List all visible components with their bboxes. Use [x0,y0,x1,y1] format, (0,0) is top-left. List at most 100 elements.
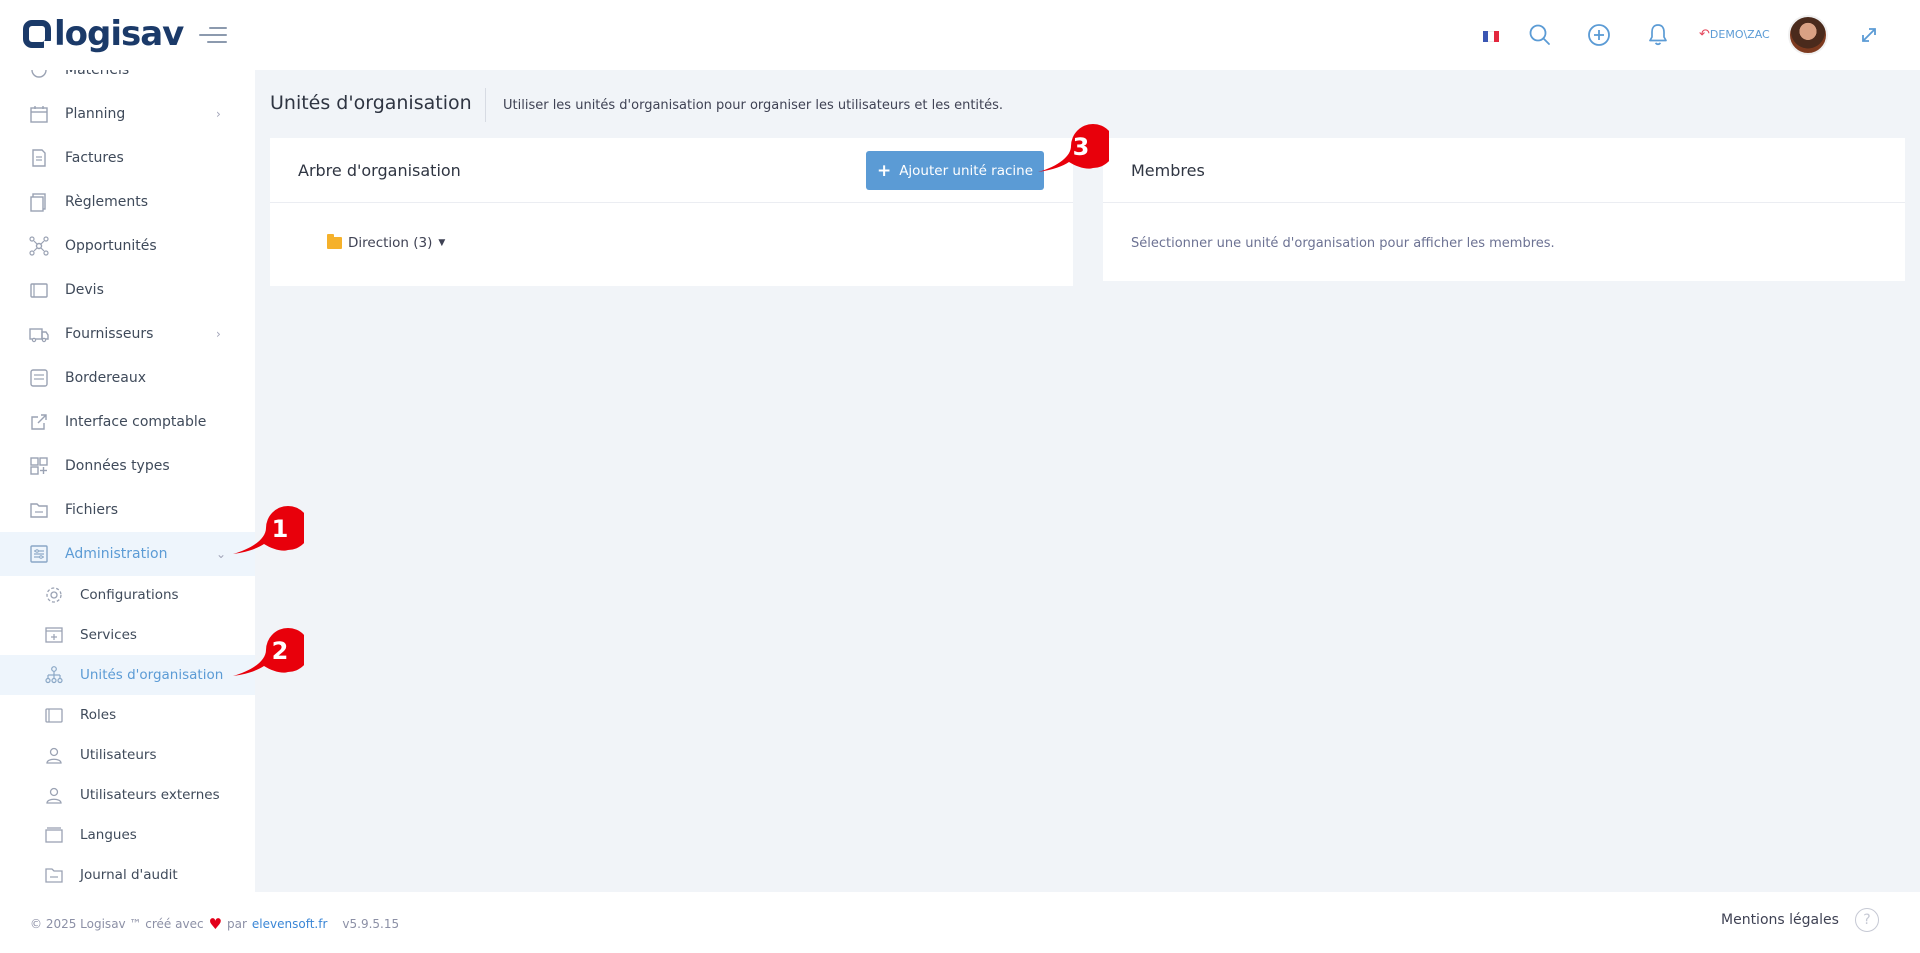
sidebar-item-bordereaux[interactable]: Bordereaux [0,356,255,400]
sidebar-item-fournisseurs[interactable]: Fournisseurs › [0,312,255,356]
sidebar-item-label: Données types [65,458,170,474]
copyright-text: © 2025 Logisav ™ créé avec [30,917,204,931]
sidebar-item-label: Interface comptable [65,414,207,430]
sidebar-item-label: Règlements [65,194,149,210]
materials-icon [31,70,47,78]
logo-text: logisav [54,14,184,54]
sidebar-subitem-journal-audit[interactable]: Journal d'audit [0,855,255,892]
sidebar-item-label: Planning [65,106,126,122]
sidebar-item-interface-comptable[interactable]: Interface comptable [0,400,255,444]
logo[interactable]: logisav [23,14,184,54]
calendar-icon [30,106,48,123]
folder-icon [30,503,48,518]
add-circle-icon[interactable] [1586,22,1612,48]
sidebar-item-administration[interactable]: Administration ⌄ [0,532,255,576]
gear-icon [46,587,62,603]
sidebar-item-materiels[interactable]: Matériels [0,70,255,92]
legal-notice-link[interactable]: Mentions légales [1721,912,1839,928]
folder-icon [327,234,342,249]
search-icon[interactable] [1527,22,1553,48]
add-root-unit-button[interactable]: + Ajouter unité racine [866,151,1044,190]
members-card: Membres Sélectionner une unité d'organis… [1103,138,1905,281]
card-title: Arbre d'organisation [298,161,461,180]
chevron-right-icon: › [216,107,221,121]
sidebar-subitem-utilisateurs-externes[interactable]: Utilisateurs externes [0,775,255,815]
sidebar-subitem-label: Utilisateurs [80,747,157,763]
sidebar-item-label: Matériels [65,70,130,78]
heart-icon: ♥ [208,915,223,933]
top-header: logisav ↶DEMO\ZAC [0,0,1920,70]
sidebar-item-label: Devis [65,282,104,298]
page-title: Unités d'organisation [270,92,472,114]
annotation-marker-2: 2 [233,628,304,676]
sidebar-subitem-langues[interactable]: Langues [0,815,255,855]
title-divider [485,88,486,122]
elevensoft-link[interactable]: elevensoft.fr [252,917,327,931]
tree-node-label: Direction (3) [348,235,433,251]
sidebar-item-devis[interactable]: Devis [0,268,255,312]
sidebar-item-opportunites[interactable]: Opportunités [0,224,255,268]
sidebar-item-donnees-types[interactable]: Données types [0,444,255,488]
card-header: Membres [1103,138,1905,203]
quote-icon [30,283,48,298]
current-user[interactable]: ↶DEMO\ZAC [1699,27,1770,42]
annotation-marker-3: 3 [1038,124,1109,172]
sidebar-item-label: Fournisseurs [65,326,154,342]
page-description: Utiliser les unités d'organisation pour … [503,98,1004,113]
annotation-marker-1: 1 [233,506,304,554]
sidebar-subitem-label: Services [80,627,137,643]
annotation-number: 3 [1073,133,1090,161]
tree-node-direction[interactable]: Direction (3) ▼ [327,234,445,251]
annotation-number: 2 [272,637,289,665]
sidebar-item-reglements[interactable]: Règlements [0,180,255,224]
truck-icon [29,328,49,343]
sidebar-subitem-label: Langues [80,827,137,843]
sidebar: Matériels Planning › Factures Règlements… [0,70,255,892]
external-user-icon [46,787,62,804]
sidebar-subitem-label: Roles [80,707,117,723]
network-icon [29,236,49,256]
chevron-right-icon: › [216,327,221,341]
add-box-icon [45,627,63,643]
annotation-number: 1 [272,515,289,543]
sidebar-subitem-roles[interactable]: Roles [0,695,255,735]
card-header: Arbre d'organisation + Ajouter unité rac… [270,138,1073,203]
invoice-icon [32,149,46,167]
sidebar-subitem-label: Utilisateurs externes [80,787,220,803]
sidebar-subitem-utilisateurs[interactable]: Utilisateurs [0,735,255,775]
fullscreen-expand-icon[interactable] [1857,23,1881,47]
sidebar-item-fichiers[interactable]: Fichiers [0,488,255,532]
sidebar-subitem-label: Configurations [80,587,179,603]
caret-down-icon[interactable]: ▼ [438,238,445,248]
sidebar-item-label: Opportunités [65,238,157,254]
avatar[interactable] [1788,15,1828,55]
organization-tree-card: Arbre d'organisation + Ajouter unité rac… [270,138,1073,286]
sidebar-item-label: Bordereaux [65,370,146,386]
bell-icon[interactable] [1645,22,1671,48]
roles-icon [45,708,63,723]
sidebar-item-label: Factures [65,150,124,166]
payments-icon [30,193,46,212]
grid-plus-icon [30,457,48,475]
sidebar-item-label: Administration [65,546,168,562]
sidebar-subitem-configurations[interactable]: Configurations [0,575,255,615]
members-empty-message: Sélectionner une unité d'organisation po… [1131,236,1555,251]
languages-icon [45,827,63,843]
sidebar-subitem-services[interactable]: Services [0,615,255,655]
sidebar-item-label: Fichiers [65,502,119,518]
sidebar-item-planning[interactable]: Planning › [0,92,255,136]
sidebar-item-factures[interactable]: Factures [0,136,255,180]
org-chart-icon [45,666,63,684]
card-title: Membres [1131,161,1205,180]
sidebar-subitem-unites-organisation[interactable]: Unités d'organisation [0,655,255,695]
version-text: v5.9.5.15 [342,917,400,931]
language-flag-icon[interactable] [1483,31,1499,42]
button-label: Ajouter unité racine [899,162,1034,179]
switch-back-icon[interactable]: ↶ [1699,27,1710,42]
settings-sliders-icon [30,545,48,563]
logo-mark-icon [23,20,52,49]
sidebar-subitem-label: Journal d'audit [80,867,178,883]
menu-toggle-icon[interactable] [199,25,227,45]
help-icon[interactable]: ? [1855,908,1879,932]
audit-folder-icon [45,868,63,883]
